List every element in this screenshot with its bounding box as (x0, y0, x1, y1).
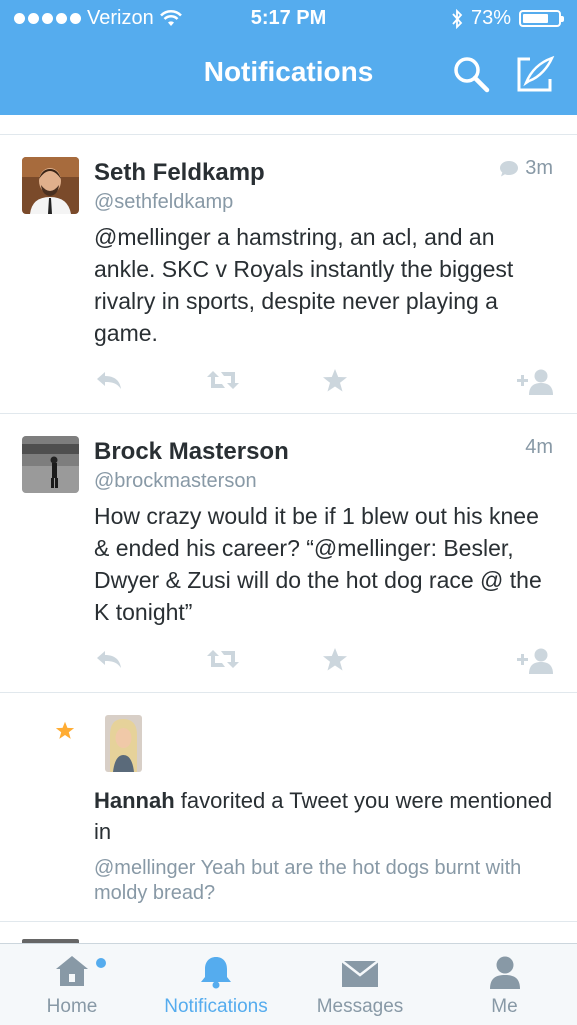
avatar[interactable] (105, 715, 142, 772)
page-title: Notifications (203, 56, 374, 87)
author-handle[interactable]: @brockmasterson (94, 470, 257, 493)
reply-icon[interactable] (95, 647, 123, 671)
follow-icon[interactable] (516, 368, 556, 396)
search-icon[interactable] (452, 55, 490, 93)
reply-icon[interactable] (95, 368, 123, 392)
next-item-edge (0, 922, 577, 943)
tab-me[interactable]: Me (432, 944, 577, 1025)
tab-label: Home (46, 996, 98, 1017)
previous-item-edge (0, 115, 577, 135)
tweet-item[interactable]: Brock Masterson @brockmasterson 4m How c… (0, 414, 577, 693)
bluetooth-icon (452, 8, 463, 29)
favorite-star-icon[interactable] (322, 647, 348, 672)
nav-header: Verizon 5:17 PM 73% Notifications (0, 0, 577, 115)
tab-notifications[interactable]: Notifications (144, 944, 288, 1025)
avatar[interactable] (22, 436, 79, 493)
notification-text: Hannah favorited a Tweet you were mentio… (94, 785, 554, 847)
battery-percent: 73% (470, 7, 511, 29)
tab-label: Messages (316, 996, 404, 1017)
battery-icon (519, 10, 564, 27)
quoted-tweet-text[interactable]: @mellinger Yeah but are the hot dogs bur… (94, 856, 554, 906)
tab-messages[interactable]: Messages (288, 944, 432, 1025)
tab-label: Me (491, 996, 518, 1017)
tweet-text: @mellinger a hamstring, an acl, and an a… (94, 224, 514, 346)
tweet-actions (0, 368, 577, 398)
tab-label: Notifications (164, 996, 268, 1017)
time-label: 4m (525, 436, 553, 458)
author-name[interactable]: Seth Feldkamp (94, 159, 265, 187)
avatar[interactable] (22, 157, 79, 214)
envelope-icon (341, 960, 379, 987)
speech-bubble-icon (500, 160, 519, 176)
tweet-text: How crazy would it be if 1 blew out his … (94, 503, 542, 625)
notifications-feed[interactable]: Seth Feldkamp @sethfeldkamp 3m @mellinge… (0, 115, 577, 943)
time-label: 3m (525, 157, 553, 179)
status-bar: Verizon 5:17 PM 73% (0, 0, 577, 38)
person-icon (489, 956, 520, 989)
compose-icon[interactable] (516, 55, 556, 93)
favorite-star-icon (55, 721, 75, 739)
author-handle[interactable]: @sethfeldkamp (94, 191, 233, 214)
favorite-star-icon[interactable] (322, 368, 348, 393)
tweet-timestamp: 3m (499, 157, 553, 180)
tab-bar: Home Notifications Messages Me (0, 943, 577, 1025)
tab-home[interactable]: Home (0, 944, 144, 1025)
status-right: 73% (451, 7, 564, 30)
author-name[interactable]: Brock Masterson (94, 438, 289, 466)
bell-icon (201, 957, 231, 989)
tweet-timestamp: 4m (525, 436, 553, 459)
home-icon (56, 956, 88, 986)
notification-user[interactable]: Hannah (94, 788, 175, 813)
retweet-icon[interactable] (205, 647, 241, 671)
follow-icon[interactable] (516, 647, 556, 675)
retweet-icon[interactable] (205, 368, 241, 392)
tweet-actions (0, 647, 577, 677)
tweet-item[interactable]: Seth Feldkamp @sethfeldkamp 3m @mellinge… (0, 135, 577, 414)
favorite-notification[interactable]: Hannah favorited a Tweet you were mentio… (0, 693, 577, 922)
notification-dot (96, 958, 106, 968)
